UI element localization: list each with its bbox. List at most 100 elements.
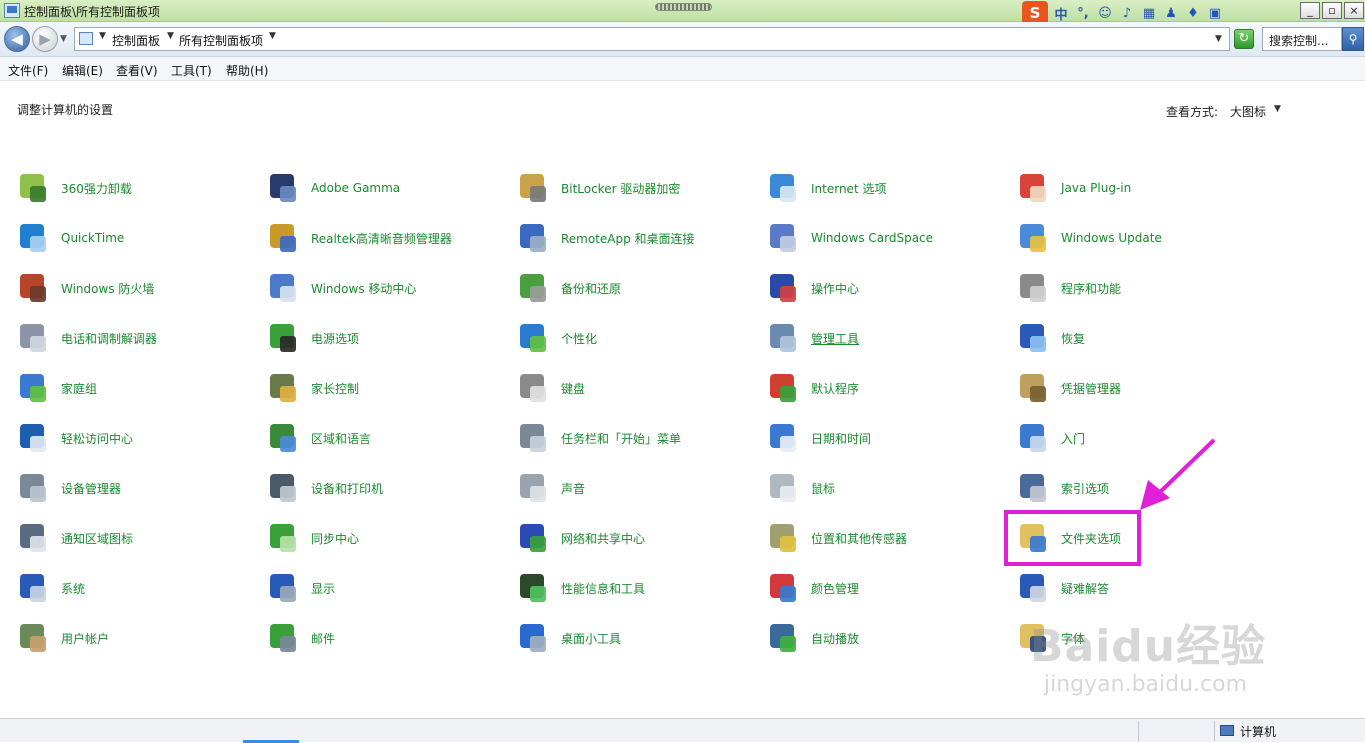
control-panel-item[interactable]: 系统 — [17, 568, 85, 608]
control-panel-item[interactable]: Windows CardSpace — [767, 218, 933, 258]
status-divider — [1138, 721, 1139, 741]
control-panel-item[interactable]: 键盘 — [517, 368, 585, 408]
chevron-down-icon[interactable]: ▼ — [1274, 104, 1281, 114]
history-dropdown-icon[interactable]: ▼ — [60, 34, 67, 44]
item-label: Windows CardSpace — [811, 231, 934, 245]
control-panel-item[interactable]: 操作中心 — [767, 268, 859, 308]
control-panel-item[interactable]: 自动播放 — [767, 618, 859, 658]
control-panel-item[interactable]: Windows 移动中心 — [267, 268, 416, 308]
restore-button[interactable]: ▫ — [1322, 2, 1342, 19]
keyboard-icon — [517, 372, 549, 404]
control-panel-item[interactable]: 通知区域图标 — [17, 518, 133, 558]
control-panel-item[interactable]: Internet 选项 — [767, 168, 886, 208]
smiley-icon[interactable]: ☺ — [1096, 6, 1114, 21]
control-panel-item[interactable]: QuickTime — [17, 218, 124, 258]
control-panel-item[interactable]: 电话和调制解调器 — [17, 318, 157, 358]
back-button[interactable]: ◀ — [4, 26, 30, 52]
date-time-icon — [767, 422, 799, 454]
people-icon[interactable]: ♟ — [1162, 6, 1180, 21]
control-panel-item[interactable]: 轻松访问中心 — [17, 418, 133, 458]
menu-help[interactable]: 帮助(H) — [226, 62, 268, 79]
shirt-icon[interactable]: ♦ — [1184, 6, 1202, 21]
control-panel-item[interactable]: 默认程序 — [767, 368, 859, 408]
menu-file[interactable]: 文件(F) — [8, 62, 48, 79]
title-grip[interactable] — [655, 3, 712, 11]
control-panel-item[interactable]: 家长控制 — [267, 368, 359, 408]
item-label: Java Plug-in — [1061, 181, 1132, 195]
address-field[interactable]: ▼ 控制面板 ▼ 所有控制面板项 ▼ ▼ — [74, 27, 1230, 51]
control-panel-item[interactable]: 网络和共享中心 — [517, 518, 645, 558]
control-panel-item[interactable]: 显示 — [267, 568, 335, 608]
control-panel-item[interactable]: 声音 — [517, 468, 585, 508]
control-panel-item[interactable]: Java Plug-in — [1017, 168, 1131, 208]
item-label: 显示 — [311, 581, 336, 596]
display-icon — [267, 572, 299, 604]
control-panel-item[interactable]: 电源选项 — [267, 318, 359, 358]
homegroup-icon — [17, 372, 49, 404]
search-icon[interactable]: ⚲ — [1342, 27, 1364, 51]
control-panel-item[interactable]: 360强力卸载 — [17, 168, 132, 208]
search-input[interactable]: 搜索控制... — [1262, 27, 1342, 51]
ime-punct-toggle[interactable]: °, — [1074, 6, 1092, 21]
control-panel-item[interactable]: 设备和打印机 — [267, 468, 383, 508]
control-panel-item[interactable]: 凭据管理器 — [1017, 368, 1121, 408]
control-panel-item[interactable]: 家庭组 — [17, 368, 97, 408]
control-panel-item[interactable]: 鼠标 — [767, 468, 835, 508]
item-label: 电源选项 — [311, 331, 360, 346]
menu-view[interactable]: 查看(V) — [116, 62, 158, 79]
grid-icon[interactable]: ▣ — [1206, 6, 1224, 21]
control-panel-item[interactable]: 性能信息和工具 — [517, 568, 645, 608]
control-panel-item[interactable]: 颜色管理 — [767, 568, 859, 608]
control-panel-item[interactable]: Adobe Gamma — [267, 168, 400, 208]
control-panel-item[interactable]: RemoteApp 和桌面连接 — [517, 218, 695, 258]
windows-update-icon — [1017, 222, 1049, 254]
keyboard-icon[interactable]: ▦ — [1140, 6, 1158, 21]
control-panel-item[interactable]: 程序和功能 — [1017, 268, 1121, 308]
item-label: 日期和时间 — [811, 431, 872, 446]
admin-tools-icon — [767, 322, 799, 354]
color-management-icon — [767, 572, 799, 604]
control-panel-item[interactable]: 字体 — [1017, 618, 1085, 658]
microphone-icon[interactable]: ♪ — [1118, 6, 1136, 21]
control-panel-item[interactable]: 用户帐户 — [17, 618, 109, 658]
control-panel-item[interactable]: 任务栏和「开始」菜单 — [517, 418, 681, 458]
control-panel-small-icon — [79, 32, 93, 45]
forward-button[interactable]: ▶ — [32, 26, 58, 52]
control-panel-item[interactable]: 疑难解答 — [1017, 568, 1109, 608]
menu-edit[interactable]: 编辑(E) — [62, 62, 103, 79]
chevron-down-icon[interactable]: ▼ — [167, 31, 174, 41]
control-panel-item[interactable]: Windows 防火墙 — [17, 268, 154, 308]
control-panel-item[interactable]: 桌面小工具 — [517, 618, 621, 658]
control-panel-item[interactable]: Windows Update — [1017, 218, 1162, 258]
control-panel-item[interactable]: Realtek高清晰音频管理器 — [267, 218, 452, 258]
breadcrumb-control-panel[interactable]: 控制面板 — [112, 32, 160, 49]
control-panel-item[interactable]: 恢复 — [1017, 318, 1085, 358]
ime-mode-toggle[interactable]: 中 — [1052, 4, 1070, 23]
control-panel-item[interactable]: 邮件 — [267, 618, 335, 658]
control-panel-item[interactable]: 备份和还原 — [517, 268, 621, 308]
control-panel-item[interactable]: 位置和其他传感器 — [767, 518, 907, 558]
control-panel-item[interactable]: 入门 — [1017, 418, 1085, 458]
control-panel-item[interactable]: 区域和语言 — [267, 418, 371, 458]
item-label: 系统 — [61, 581, 86, 596]
control-panel-item[interactable]: 日期和时间 — [767, 418, 871, 458]
item-label: 用户帐户 — [61, 631, 110, 646]
refresh-button[interactable]: ↻ — [1234, 29, 1254, 49]
menu-tools[interactable]: 工具(T) — [171, 62, 212, 79]
control-panel-item[interactable]: 个性化 — [517, 318, 597, 358]
control-panel-item[interactable]: 设备管理器 — [17, 468, 121, 508]
breadcrumb-all-items[interactable]: 所有控制面板项 — [179, 32, 263, 49]
address-dropdown-icon[interactable]: ▼ — [1215, 34, 1222, 44]
item-label: 恢复 — [1061, 331, 1086, 346]
minimize-button[interactable]: _ — [1300, 2, 1320, 19]
system-icon — [17, 572, 49, 604]
control-panel-item[interactable]: 索引选项 — [1017, 468, 1109, 508]
control-panel-item[interactable]: 同步中心 — [267, 518, 359, 558]
close-button[interactable]: × — [1344, 2, 1364, 19]
chevron-down-icon[interactable]: ▼ — [269, 31, 276, 41]
control-panel-item[interactable]: BitLocker 驱动器加密 — [517, 168, 680, 208]
chevron-down-icon[interactable]: ▼ — [99, 31, 106, 41]
view-by-dropdown[interactable]: 大图标 — [1230, 103, 1266, 120]
firewall-icon — [17, 272, 49, 304]
control-panel-item[interactable]: 管理工具 — [767, 318, 859, 358]
